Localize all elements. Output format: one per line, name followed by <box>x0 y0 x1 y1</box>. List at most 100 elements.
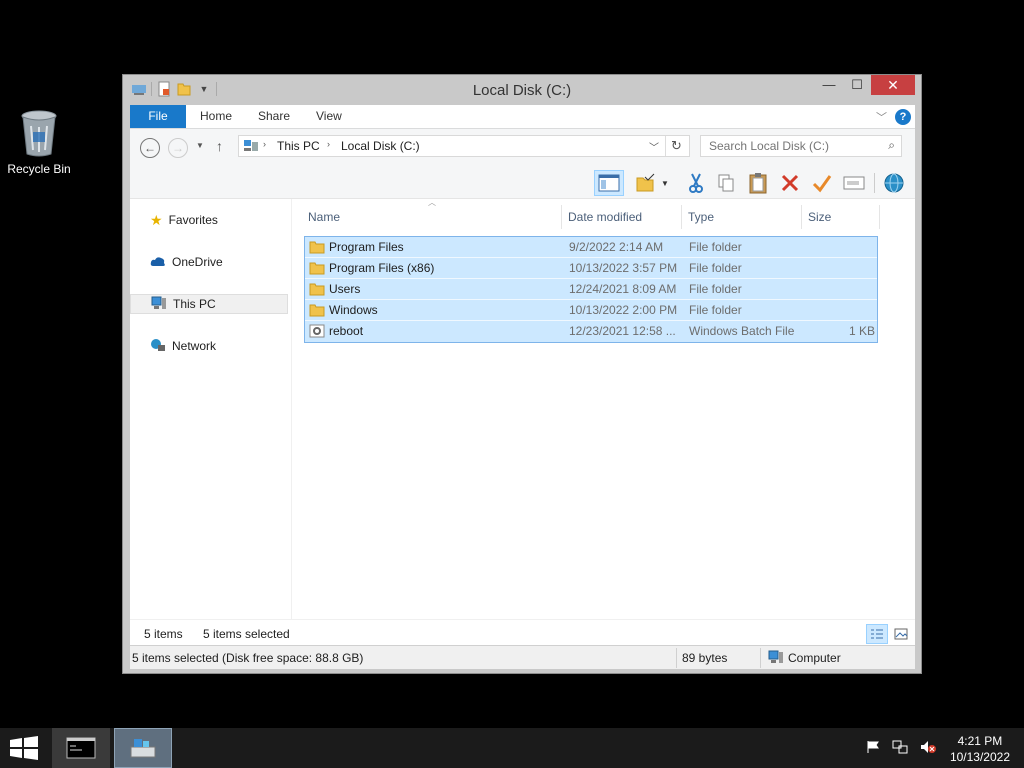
location-label: Computer <box>788 651 841 665</box>
address-bar[interactable]: › This PC › Local Disk (C:) ﹀ ↻ <box>238 135 690 157</box>
details-view-button[interactable] <box>866 624 888 644</box>
file-type: File folder <box>689 282 742 296</box>
system-tray <box>866 740 936 757</box>
file-name: Program Files (x86) <box>329 261 435 275</box>
command-toolbar: ▼ <box>130 167 915 199</box>
file-row[interactable]: Windows 10/13/2022 2:00 PM File folder <box>305 300 877 321</box>
tab-view[interactable]: View <box>316 105 342 128</box>
copy-button[interactable] <box>712 170 740 196</box>
file-row[interactable]: Program Files (x86) 10/13/2022 3:57 PM F… <box>305 258 877 279</box>
paste-button[interactable] <box>744 170 772 196</box>
this-pc-icon <box>243 139 259 156</box>
file-date: 12/24/2021 8:09 AM <box>569 282 677 296</box>
taskbar: 4:21 PM 10/13/2022 <box>0 728 1024 768</box>
column-header-date-modified[interactable]: Date modified <box>564 205 682 229</box>
details-separator <box>676 648 677 668</box>
selection-summary: 5 items selected (Disk free space: 88.8 … <box>132 651 364 665</box>
nav-item-this-pc[interactable]: This PC <box>130 294 288 314</box>
breadcrumb-chevron-icon[interactable]: › <box>327 139 330 149</box>
ribbon-tabs: File Home Share View ﹀ ? <box>130 105 915 129</box>
file-name: reboot <box>329 324 364 338</box>
search-box: ⌕ <box>700 135 902 157</box>
forward-button[interactable]: → <box>168 138 188 158</box>
taskbar-file-explorer[interactable] <box>114 728 172 768</box>
address-separator <box>665 136 666 156</box>
search-input[interactable] <box>701 136 871 156</box>
file-name: Program Files <box>329 240 404 254</box>
tab-home[interactable]: Home <box>200 105 232 128</box>
file-explorer-icon <box>130 739 156 758</box>
tab-file[interactable]: File <box>130 105 186 128</box>
address-dropdown-icon[interactable]: ﹀ <box>649 139 659 154</box>
file-type: Windows Batch File <box>689 324 795 338</box>
breadcrumb-local-disk[interactable]: Local Disk (C:) <box>341 139 420 153</box>
nav-item-label: Favorites <box>168 213 218 227</box>
nav-item-label: Network <box>172 339 217 353</box>
select-all-button[interactable]: ▼ <box>632 170 672 196</box>
taskbar-clock[interactable]: 4:21 PM 10/13/2022 <box>950 733 1010 765</box>
file-row[interactable]: reboot 12/23/2021 12:58 ... Windows Batc… <box>305 321 877 342</box>
search-icon[interactable]: ⌕ <box>888 138 895 153</box>
start-button[interactable] <box>10 736 38 760</box>
network-icon <box>150 338 166 355</box>
column-header-type[interactable]: Type <box>684 205 802 229</box>
folder-icon <box>309 261 325 275</box>
maximize-button[interactable]: ☐ <box>843 75 871 95</box>
details-view-icon <box>871 629 883 639</box>
file-type: File folder <box>689 303 742 317</box>
file-row[interactable]: Users 12/24/2021 8:09 AM File folder <box>305 279 877 300</box>
folder-icon <box>309 303 325 317</box>
title-bar[interactable]: ▼ Local Disk (C:) — ☐ ✕ <box>123 75 921 105</box>
preview-pane-button[interactable] <box>594 170 624 196</box>
large-icons-view-icon <box>894 628 908 640</box>
taskbar-command-prompt[interactable] <box>52 728 110 768</box>
copy-icon <box>718 174 734 192</box>
cut-button[interactable] <box>682 170 710 196</box>
recycle-bin-desktop-icon[interactable]: Recycle Bin <box>4 110 74 176</box>
paste-icon <box>749 173 767 194</box>
minimize-button[interactable]: — <box>815 75 843 95</box>
large-icons-view-button[interactable] <box>890 624 912 644</box>
expand-ribbon-icon[interactable]: ﹀ <box>876 109 887 125</box>
computer-icon <box>151 296 167 313</box>
rename-icon <box>843 176 865 190</box>
star-icon: ★ <box>150 211 163 228</box>
clock-date: 10/13/2022 <box>949 750 1010 764</box>
recycle-bin-icon <box>19 110 59 158</box>
nav-item-label: This PC <box>173 297 216 311</box>
recent-locations-icon[interactable]: ▼ <box>196 141 204 150</box>
back-button[interactable]: ← <box>140 138 160 158</box>
properties-button[interactable] <box>808 170 836 196</box>
column-header-size[interactable]: Size <box>804 205 880 229</box>
refresh-icon[interactable]: ↻ <box>671 138 682 154</box>
close-button[interactable]: ✕ <box>871 75 915 95</box>
file-type: File folder <box>689 240 742 254</box>
folder-icon <box>309 282 325 296</box>
network-tray-icon[interactable] <box>892 740 908 757</box>
tab-share[interactable]: Share <box>258 105 290 128</box>
explorer-window: ▼ Local Disk (C:) — ☐ ✕ File Home Share … <box>122 74 922 674</box>
nav-item-favorites[interactable]: ★ Favorites <box>130 210 288 230</box>
action-center-flag-icon[interactable] <box>866 740 880 757</box>
column-header-name[interactable]: Name <box>304 205 562 229</box>
status-bar: 5 items 5 items selected <box>130 619 915 645</box>
ribbon-right-controls: ﹀ ? <box>876 109 911 125</box>
rename-button[interactable] <box>840 170 868 196</box>
volume-muted-icon[interactable] <box>920 740 936 757</box>
file-row[interactable]: Program Files 9/2/2022 2:14 AM File fold… <box>305 237 877 258</box>
nav-item-onedrive[interactable]: OneDrive <box>130 252 288 272</box>
breadcrumb-this-pc[interactable]: This PC <box>277 139 320 153</box>
delete-button[interactable] <box>776 170 804 196</box>
explorer-frame: File Home Share View ﹀ ? ← → ▼ ↑ › This … <box>130 105 915 669</box>
breadcrumb-chevron-icon[interactable]: › <box>263 139 266 149</box>
file-date: 10/13/2022 3:57 PM <box>569 261 678 275</box>
shell-button[interactable] <box>880 170 908 196</box>
batch-file-icon <box>309 324 325 338</box>
checkmark-icon <box>812 175 832 193</box>
folder-check-icon <box>636 173 655 192</box>
file-name: Windows <box>329 303 378 317</box>
up-button[interactable]: ↑ <box>216 138 223 154</box>
nav-item-label: OneDrive <box>172 255 223 269</box>
nav-item-network[interactable]: Network <box>130 336 288 356</box>
help-icon[interactable]: ? <box>895 109 911 125</box>
